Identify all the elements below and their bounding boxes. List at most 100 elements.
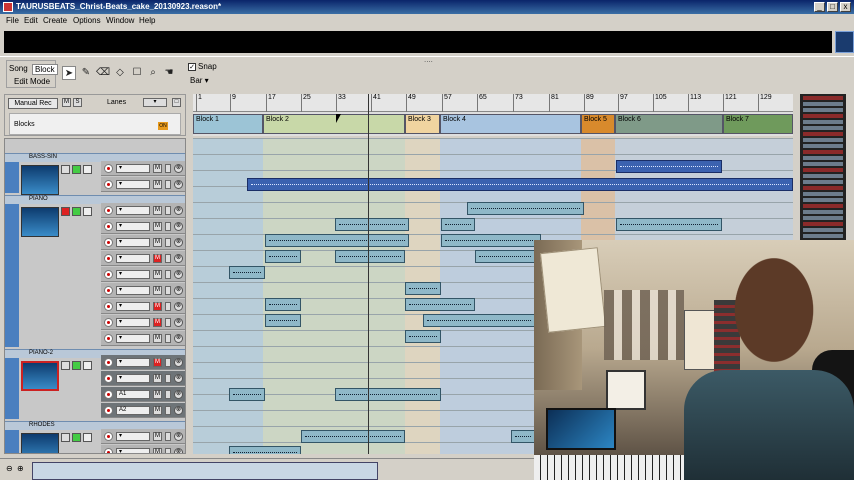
lane-solo-button[interactable] xyxy=(165,164,171,173)
menu-help[interactable]: Help xyxy=(139,16,155,25)
snap-value-select[interactable]: Bar ▾ xyxy=(190,76,209,85)
lane-delete-icon[interactable]: ⊗ xyxy=(174,286,183,295)
note-clip[interactable] xyxy=(229,266,265,279)
block-6[interactable]: Block 6 xyxy=(615,114,723,134)
device-solo-button[interactable] xyxy=(72,433,81,442)
note-clip[interactable] xyxy=(247,178,793,191)
lane-select-dropdown[interactable]: ▾ xyxy=(116,286,150,295)
note-clip[interactable] xyxy=(441,234,541,247)
note-lane[interactable]: ▾ M ⊗ xyxy=(101,299,185,314)
rack-device-thumbnail[interactable] xyxy=(803,162,843,166)
note-clip[interactable] xyxy=(405,282,441,295)
lane-mute-button[interactable]: M xyxy=(153,302,162,311)
lane-solo-button[interactable] xyxy=(165,374,171,383)
note-lane[interactable]: ▾ M ⊗ xyxy=(101,371,185,386)
note-clip[interactable] xyxy=(616,160,722,173)
lane-select-dropdown[interactable]: ▾ xyxy=(116,206,150,215)
lane-select-dropdown[interactable]: ▾ xyxy=(116,254,150,263)
note-lane[interactable]: ▾ M ⊗ xyxy=(101,235,185,250)
rack-device-thumbnail[interactable] xyxy=(803,126,843,130)
device-record-enable-button[interactable] xyxy=(83,207,92,216)
block-3[interactable]: Block 3 xyxy=(405,114,440,134)
note-clip[interactable] xyxy=(265,234,409,247)
note-lane[interactable]: ▾ M ⊗ xyxy=(101,315,185,330)
lane-record-button[interactable] xyxy=(104,164,113,173)
lane-solo-button[interactable] xyxy=(165,286,171,295)
zoom-out-icon[interactable]: ⊖ xyxy=(6,464,13,473)
lane-mute-button[interactable]: M xyxy=(153,206,162,215)
lane-select-dropdown[interactable]: ▾ xyxy=(116,302,150,311)
rack-device-thumbnail[interactable] xyxy=(803,222,843,226)
lane-solo-button[interactable] xyxy=(165,432,171,441)
lane-record-button[interactable] xyxy=(104,432,113,441)
lane-delete-icon[interactable]: ⊗ xyxy=(174,318,183,327)
menu-create[interactable]: Create xyxy=(43,16,67,25)
hand-icon[interactable]: ☚ xyxy=(162,66,176,80)
device-thumbnail-icon[interactable] xyxy=(21,207,59,237)
lane-delete-icon[interactable]: ⊗ xyxy=(174,164,183,173)
zoom-in-icon[interactable]: ⊕ xyxy=(17,464,24,473)
lane-solo-button[interactable] xyxy=(165,222,171,231)
lane-solo-button[interactable] xyxy=(165,358,171,367)
device-record-enable-button[interactable] xyxy=(83,433,92,442)
lane-record-button[interactable] xyxy=(104,286,113,295)
note-clip[interactable] xyxy=(229,446,301,454)
edit-mode-button[interactable]: Edit Mode xyxy=(14,77,50,86)
snap-checkbox[interactable]: ✓ xyxy=(188,62,196,71)
note-lane[interactable]: ▾ M ⊗ xyxy=(101,219,185,234)
lane-mute-button[interactable]: M xyxy=(153,238,162,247)
rack-device-thumbnail[interactable] xyxy=(803,108,843,112)
note-clip[interactable] xyxy=(616,218,722,231)
note-clip[interactable] xyxy=(335,218,409,231)
lane-delete-icon[interactable]: ⊗ xyxy=(174,206,183,215)
lane-delete-icon[interactable]: ⊗ xyxy=(174,334,183,343)
device-mute-button[interactable] xyxy=(61,165,70,174)
note-lane[interactable]: A1 M ⊗ xyxy=(101,387,185,402)
lane-record-button[interactable] xyxy=(104,318,113,327)
lane-record-button[interactable] xyxy=(104,334,113,343)
note-clip[interactable] xyxy=(265,298,301,311)
device-thumbnail-icon[interactable] xyxy=(21,165,59,195)
rack-device-thumbnail[interactable] xyxy=(803,174,843,178)
note-lane[interactable]: ▾ M ⊗ xyxy=(101,267,185,282)
note-lane[interactable]: ▾ M ⊗ xyxy=(101,355,185,370)
note-clip[interactable] xyxy=(335,388,441,401)
rack-device-thumbnail[interactable] xyxy=(803,156,843,160)
lane-delete-icon[interactable]: ⊗ xyxy=(174,374,183,383)
lane-delete-icon[interactable]: ⊗ xyxy=(174,238,183,247)
lane-record-button[interactable] xyxy=(104,390,113,399)
maximize-button[interactable]: □ xyxy=(827,2,838,12)
manual-rec-button[interactable]: Manual Rec xyxy=(8,98,58,109)
lane-mute-button[interactable]: M xyxy=(153,374,162,383)
lane-mute-button[interactable]: M xyxy=(153,164,162,173)
device-mute-button[interactable] xyxy=(61,433,70,442)
lane-solo-button[interactable] xyxy=(165,448,171,453)
lane-solo-button[interactable] xyxy=(165,254,171,263)
note-clip[interactable] xyxy=(475,250,535,263)
note-clip[interactable] xyxy=(301,430,405,443)
song-overview-scroller[interactable] xyxy=(32,462,378,480)
rack-device-thumbnail[interactable] xyxy=(803,234,843,238)
note-lane[interactable]: ▾ M ⊗ xyxy=(101,203,185,218)
lane-delete-icon[interactable]: ⊗ xyxy=(174,222,183,231)
lane-mute-button[interactable]: M xyxy=(153,270,162,279)
mode-song-tab[interactable]: Song xyxy=(9,64,28,73)
note-clip[interactable] xyxy=(405,330,441,343)
pencil-icon[interactable]: ✎ xyxy=(79,66,93,80)
rack-device-thumbnail[interactable] xyxy=(803,192,843,196)
header-mute-button[interactable]: M xyxy=(62,98,71,107)
razor-icon[interactable]: ◇ xyxy=(113,66,127,80)
lane-select-dropdown[interactable]: ▾ xyxy=(116,358,150,367)
lane-delete-icon[interactable]: ⊗ xyxy=(174,406,183,415)
lane-record-button[interactable] xyxy=(104,222,113,231)
lane-delete-icon[interactable]: ⊗ xyxy=(174,358,183,367)
lanes-add-button[interactable]: ▾ xyxy=(143,98,167,107)
note-lane[interactable]: ▾ M ⊗ xyxy=(101,251,185,266)
magnify-icon[interactable]: ⌕ xyxy=(146,66,160,80)
lane-record-button[interactable] xyxy=(104,448,113,453)
note-lane[interactable]: ▾ M ⊗ xyxy=(101,283,185,298)
menu-window[interactable]: Window xyxy=(106,16,134,25)
lane-select-dropdown[interactable]: ▾ xyxy=(116,334,150,343)
rack-device-thumbnail[interactable] xyxy=(803,144,843,148)
note-clip[interactable] xyxy=(441,218,475,231)
